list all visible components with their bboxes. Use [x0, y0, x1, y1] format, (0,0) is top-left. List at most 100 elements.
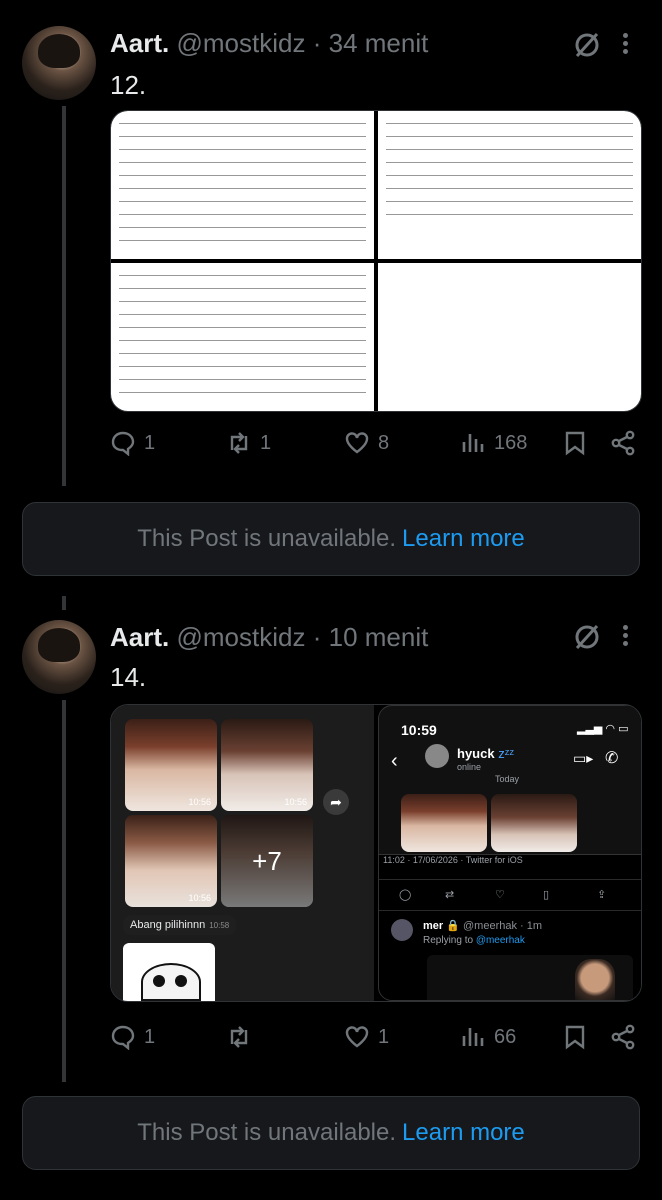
- unavailable-post-notice: This Post is unavailable. Learn more: [22, 1096, 640, 1170]
- post[interactable]: Aart. @mostkidz · 10 menit 14. 10:56 10:…: [0, 600, 662, 1080]
- back-icon[interactable]: ‹: [391, 750, 398, 773]
- views-icon: [462, 1028, 484, 1046]
- grok-icon[interactable]: [572, 622, 602, 652]
- chat-message: Abang pilihinnn 10:58: [123, 915, 237, 935]
- tweet-meta: 11:02 · 17/06/2026 · Twitter for iOS: [383, 855, 523, 865]
- timestamp[interactable]: 10 menit: [329, 622, 429, 652]
- timestamp[interactable]: 34 menit: [329, 28, 429, 58]
- reply-avatar: [391, 919, 413, 941]
- more-options-icon[interactable]: [620, 622, 630, 652]
- document-page-image[interactable]: [111, 111, 374, 259]
- reply-media-image[interactable]: [427, 955, 633, 1000]
- separator-dot: ·: [312, 28, 322, 58]
- repost-button[interactable]: 1: [226, 430, 271, 456]
- repost-count: 1: [260, 431, 272, 454]
- more-photos-count: +7: [221, 815, 313, 907]
- phone-screenshot-image[interactable]: 10:59 ▂▃▅ ◠ ▭ ‹ hyuck zᶻᶻ online ▭▸ ✆ To…: [378, 705, 641, 1001]
- unavailable-post-notice: This Post is unavailable. Learn more: [22, 502, 640, 576]
- share-icon[interactable]: ⇪: [597, 888, 606, 901]
- post-media-screenshots[interactable]: 10:56 10:56 10:56 +7 ➦ Abang pilihinnn 10…: [110, 704, 642, 1002]
- like-count: 8: [378, 431, 390, 454]
- sticker-image: [123, 943, 215, 1001]
- share-icon: [611, 430, 635, 456]
- share-button[interactable]: [610, 430, 636, 456]
- reply-button[interactable]: 1: [110, 1024, 155, 1050]
- post-text: 12.: [110, 70, 147, 100]
- username[interactable]: @mostkidz: [176, 622, 305, 652]
- reply-count: 1: [144, 1025, 156, 1048]
- repost-icon: [230, 1026, 248, 1048]
- bookmark-icon: [565, 431, 585, 456]
- like-button[interactable]: 8: [344, 430, 389, 456]
- photo-thumbnail[interactable]: 10:56: [221, 719, 313, 811]
- reply-icon: [111, 1025, 135, 1050]
- post-header: Aart. @mostkidz · 10 menit: [110, 622, 428, 653]
- status-bar-time: 10:59: [401, 722, 437, 738]
- reply-icon: [111, 431, 135, 456]
- contact-avatar: [425, 744, 449, 768]
- more-options-icon[interactable]: [620, 30, 630, 60]
- photo-thumbnail[interactable]: 10:56: [125, 815, 217, 907]
- share-button[interactable]: [610, 1024, 636, 1050]
- bookmark-button[interactable]: [562, 430, 588, 456]
- post-media-document-pages[interactable]: [110, 110, 642, 412]
- status-bar-icons: ▂▃▅ ◠ ▭: [577, 723, 629, 735]
- repost-icon[interactable]: ⇄: [445, 888, 454, 901]
- chat-screenshot-image[interactable]: 10:56 10:56 10:56 +7 ➦ Abang pilihinnn 10…: [111, 705, 374, 1001]
- share-icon: [611, 1024, 635, 1050]
- reply-button[interactable]: 1: [110, 430, 155, 456]
- avatar[interactable]: [22, 620, 96, 694]
- repost-icon: [230, 432, 248, 454]
- like-count: 1: [378, 1025, 390, 1048]
- bookmark-icon: [565, 1025, 585, 1050]
- reply-user: mer 🔒 @meerhak · 1m: [423, 920, 543, 932]
- heart-icon: [345, 1026, 369, 1048]
- reply-count: 1: [144, 431, 156, 454]
- chat-day-label: Today: [495, 774, 520, 784]
- photo-thumbnail[interactable]: [491, 794, 577, 852]
- video-call-icon[interactable]: ▭▸: [573, 750, 593, 767]
- views-count: 66: [494, 1025, 517, 1048]
- bookmark-button[interactable]: [562, 1024, 588, 1050]
- avatar[interactable]: [22, 26, 96, 100]
- contact-name: hyuck zᶻᶻ: [457, 746, 515, 761]
- display-name[interactable]: Aart.: [110, 28, 169, 58]
- forward-icon[interactable]: ➦: [323, 789, 349, 815]
- post[interactable]: Aart. @mostkidz · 34 menit 12. 1 1 8 168: [0, 0, 662, 490]
- document-page-image[interactable]: [378, 111, 641, 259]
- views-button[interactable]: 168: [460, 430, 527, 456]
- bookmark-icon[interactable]: ▯: [543, 888, 549, 901]
- views-count: 168: [494, 431, 528, 454]
- like-button[interactable]: 1: [344, 1024, 389, 1050]
- phone-call-icon[interactable]: ✆: [605, 748, 618, 768]
- tweet-overlay: 11:02 · 17/06/2026 · Twitter for iOS ◯ ⇄…: [379, 854, 641, 1000]
- photo-time: 10:56: [188, 893, 211, 903]
- photo-thumbnail[interactable]: [401, 794, 487, 852]
- separator-dot: ·: [312, 622, 322, 652]
- photo-time: 10:56: [188, 797, 211, 807]
- username[interactable]: @mostkidz: [176, 28, 305, 58]
- post-header: Aart. @mostkidz · 34 menit: [110, 28, 428, 59]
- photo-time: 10:56: [284, 797, 307, 807]
- unavailable-text: This Post is unavailable.: [137, 525, 397, 552]
- tweet-actions-row: ◯ ⇄ ♡ ▯ ⇪: [379, 879, 641, 911]
- replying-to-text: Replying to @meerhak: [423, 935, 525, 946]
- reply-icon[interactable]: ◯: [399, 888, 411, 901]
- chat-message-text: Abang pilihinnn: [130, 919, 206, 931]
- views-button[interactable]: 66: [460, 1024, 516, 1050]
- repost-button[interactable]: [226, 1024, 260, 1050]
- contact-status: online: [457, 762, 482, 772]
- heart-icon[interactable]: ♡: [495, 888, 505, 901]
- display-name[interactable]: Aart.: [110, 622, 169, 652]
- document-page-image[interactable]: [111, 263, 374, 411]
- views-icon: [462, 434, 484, 452]
- photo-thumbnail[interactable]: 10:56: [125, 719, 217, 811]
- learn-more-link[interactable]: Learn more: [402, 1119, 525, 1147]
- learn-more-link[interactable]: Learn more: [402, 525, 525, 553]
- post-text: 14.: [110, 662, 147, 692]
- unavailable-text: This Post is unavailable.: [137, 1119, 397, 1146]
- photo-thumbnail-more[interactable]: +7: [221, 815, 313, 907]
- chat-message-time: 10:58: [209, 921, 230, 930]
- grok-icon[interactable]: [572, 30, 602, 60]
- document-page-image[interactable]: [378, 263, 641, 411]
